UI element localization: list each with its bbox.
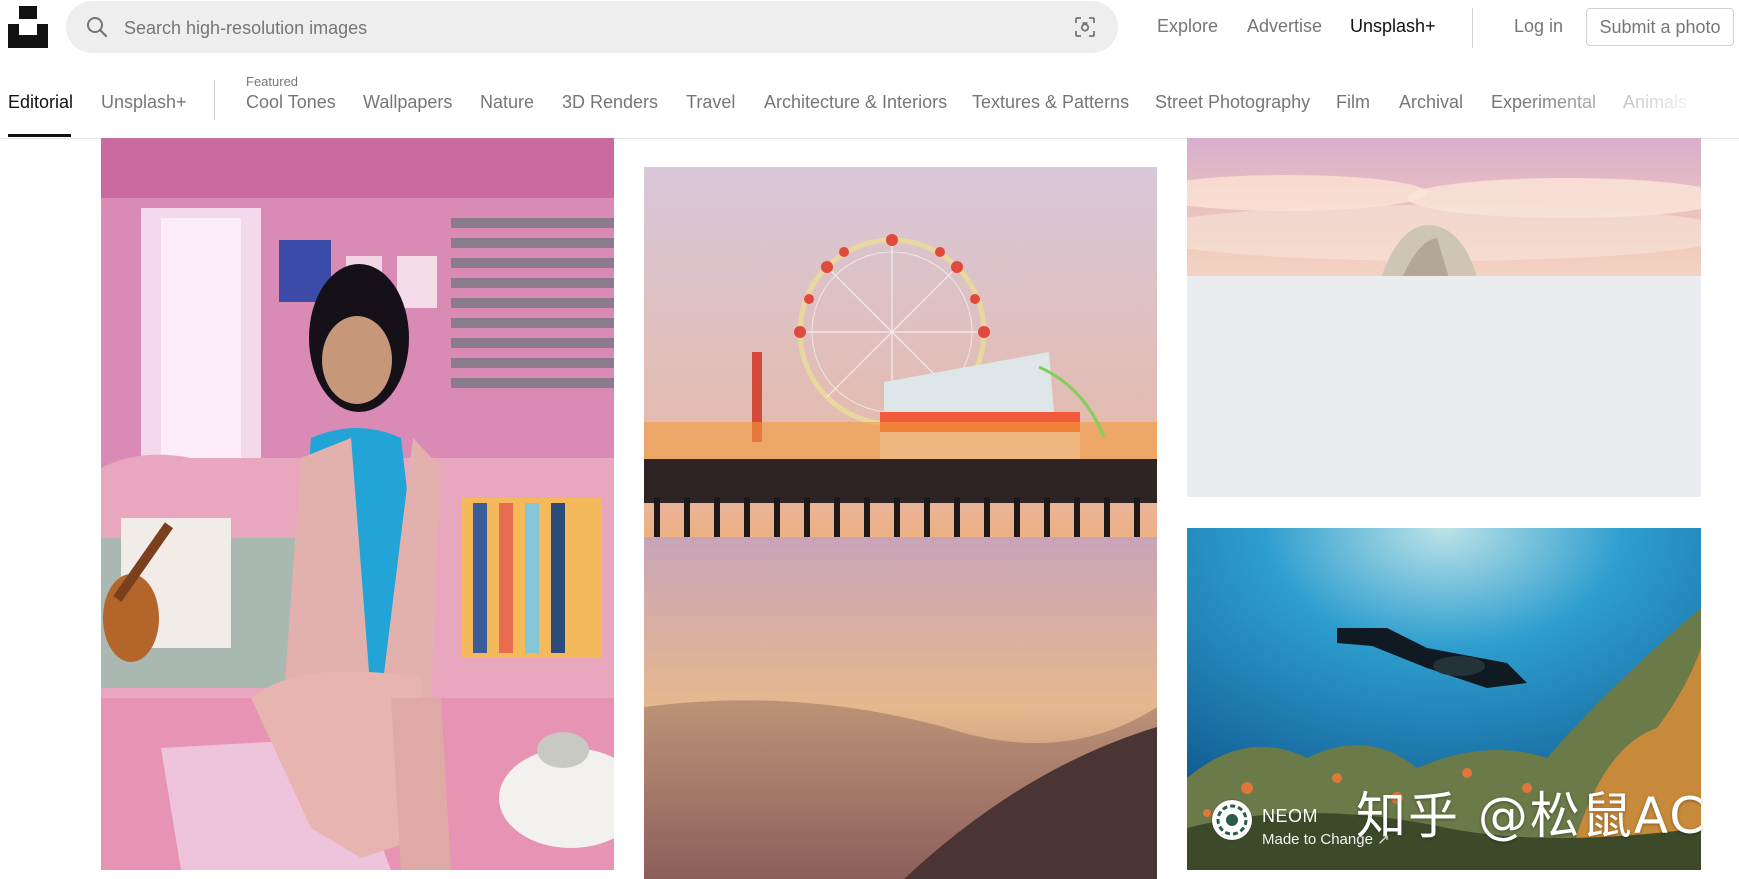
header-divider — [1472, 8, 1473, 48]
tab-editorial[interactable]: Editorial — [8, 92, 73, 113]
watermark-text: 知乎 @松鼠AC — [1356, 787, 1707, 845]
tab-cool-tones[interactable]: Cool Tones — [246, 92, 336, 113]
nav-unsplash-plus[interactable]: Unsplash+ — [1350, 16, 1436, 37]
tab-textures-patterns[interactable]: Textures & Patterns — [972, 92, 1129, 113]
tab-nature[interactable]: Nature — [480, 92, 534, 113]
top-header: Explore Advertise Unsplash+ Log in Submi… — [0, 0, 1739, 55]
tab-unsplash-plus[interactable]: Unsplash+ — [101, 92, 187, 113]
submit-photo-button[interactable]: Submit a photo — [1586, 8, 1734, 46]
photo-santa-monica-pier[interactable] — [644, 167, 1157, 879]
tab-travel[interactable]: Travel — [686, 92, 735, 113]
tab-3d-renders[interactable]: 3D Renders — [562, 92, 658, 113]
topic-divider — [214, 80, 215, 120]
tab-fashion[interactable]: Fa — [1716, 92, 1737, 113]
tab-archival[interactable]: Archival — [1399, 92, 1463, 113]
tab-experimental[interactable]: Experimental — [1491, 92, 1596, 113]
topic-nav: Editorial Unsplash+ Featured Cool Tones … — [0, 54, 1739, 139]
sponsor-name[interactable]: NEOM — [1262, 806, 1318, 827]
photo-woman-pink-room[interactable] — [101, 138, 614, 870]
search-bar[interactable] — [66, 1, 1118, 55]
nav-advertise[interactable]: Advertise — [1247, 16, 1322, 37]
search-icon[interactable] — [86, 16, 108, 38]
neom-sponsor-logo-icon[interactable] — [1212, 800, 1252, 840]
active-tab-underline — [8, 134, 71, 137]
visual-search-icon[interactable] — [1073, 15, 1097, 39]
nav-explore[interactable]: Explore — [1157, 16, 1218, 37]
unsplash-logo-icon[interactable] — [8, 6, 48, 48]
tab-animals[interactable]: Animals — [1623, 92, 1687, 113]
tab-wallpapers[interactable]: Wallpapers — [363, 92, 452, 113]
tab-street-photography[interactable]: Street Photography — [1155, 92, 1310, 113]
search-input[interactable] — [122, 1, 1026, 55]
tab-architecture-interiors[interactable]: Architecture & Interiors — [764, 92, 947, 113]
tab-film[interactable]: Film — [1336, 92, 1370, 113]
photo-tent-above-clouds[interactable] — [1187, 138, 1701, 497]
featured-label: Featured — [246, 74, 299, 89]
login-link[interactable]: Log in — [1514, 16, 1563, 37]
